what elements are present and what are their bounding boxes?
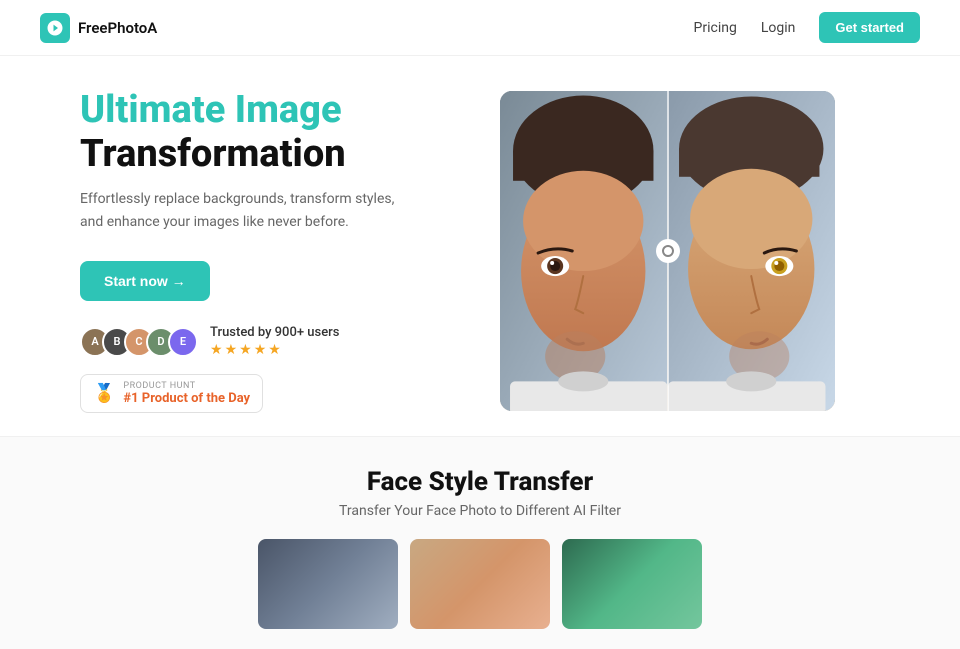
divider-circle-inner	[662, 245, 674, 257]
bottom-section: Face Style Transfer Transfer Your Face P…	[0, 436, 960, 649]
star-5: ★	[268, 342, 281, 358]
thumbnail-3[interactable]	[562, 539, 702, 629]
ph-text: PRODUCT HUNT #1 Product of the Day	[123, 381, 250, 406]
trust-row: A B C D E Trusted by 900+ users ★ ★ ★ ★ …	[80, 325, 460, 358]
start-now-button[interactable]: Start now →	[80, 261, 210, 301]
ph-label: PRODUCT HUNT	[123, 381, 250, 391]
star-rating: ★ ★ ★ ★ ★	[210, 342, 339, 358]
hero-title: Ultimate Image Transformation	[80, 89, 460, 176]
hero-image	[500, 91, 835, 411]
hero-title-normal: Transformation	[80, 132, 346, 176]
face-container	[500, 91, 835, 411]
star-2: ★	[225, 342, 238, 358]
trust-label: Trusted by 900+ users	[210, 325, 339, 340]
logo[interactable]: FreePhotoA	[40, 13, 157, 43]
thumbnail-1[interactable]	[258, 539, 398, 629]
trust-text: Trusted by 900+ users ★ ★ ★ ★ ★	[210, 325, 339, 358]
product-hunt-badge[interactable]: 🏅 PRODUCT HUNT #1 Product of the Day	[80, 374, 263, 413]
star-1: ★	[210, 342, 223, 358]
face-right-svg	[668, 91, 836, 411]
face-left	[500, 91, 668, 411]
logo-text: FreePhotoA	[78, 19, 157, 37]
hero-subtitle: Effortlessly replace backgrounds, transf…	[80, 188, 400, 233]
navbar: FreePhotoA Pricing Login Get started	[0, 0, 960, 56]
hero-content: Ultimate Image Transformation Effortless…	[80, 89, 460, 413]
face-right	[668, 91, 836, 411]
bottom-subtitle: Transfer Your Face Photo to Different AI…	[40, 503, 920, 519]
avatar-group: A B C D E	[80, 327, 198, 357]
nav-links: Pricing Login Get started	[694, 12, 920, 43]
bottom-title: Face Style Transfer	[40, 467, 920, 497]
hero-title-accent: Ultimate Image	[80, 88, 342, 132]
medal-icon: 🏅	[93, 383, 115, 404]
get-started-button[interactable]: Get started	[819, 12, 920, 43]
divider-handle[interactable]	[656, 239, 680, 263]
nav-link-login[interactable]: Login	[761, 20, 796, 36]
nav-link-pricing[interactable]: Pricing	[694, 20, 737, 36]
hero-section: Ultimate Image Transformation Effortless…	[0, 56, 960, 436]
avatar: E	[168, 327, 198, 357]
star-3: ★	[239, 342, 252, 358]
face-left-svg	[500, 91, 668, 411]
logo-icon	[40, 13, 70, 43]
ph-rank: #1 Product of the Day	[123, 391, 250, 406]
thumbnail-2[interactable]	[410, 539, 550, 629]
star-4: ★	[254, 342, 267, 358]
thumbnail-row	[40, 539, 920, 629]
logo-svg	[46, 19, 64, 37]
